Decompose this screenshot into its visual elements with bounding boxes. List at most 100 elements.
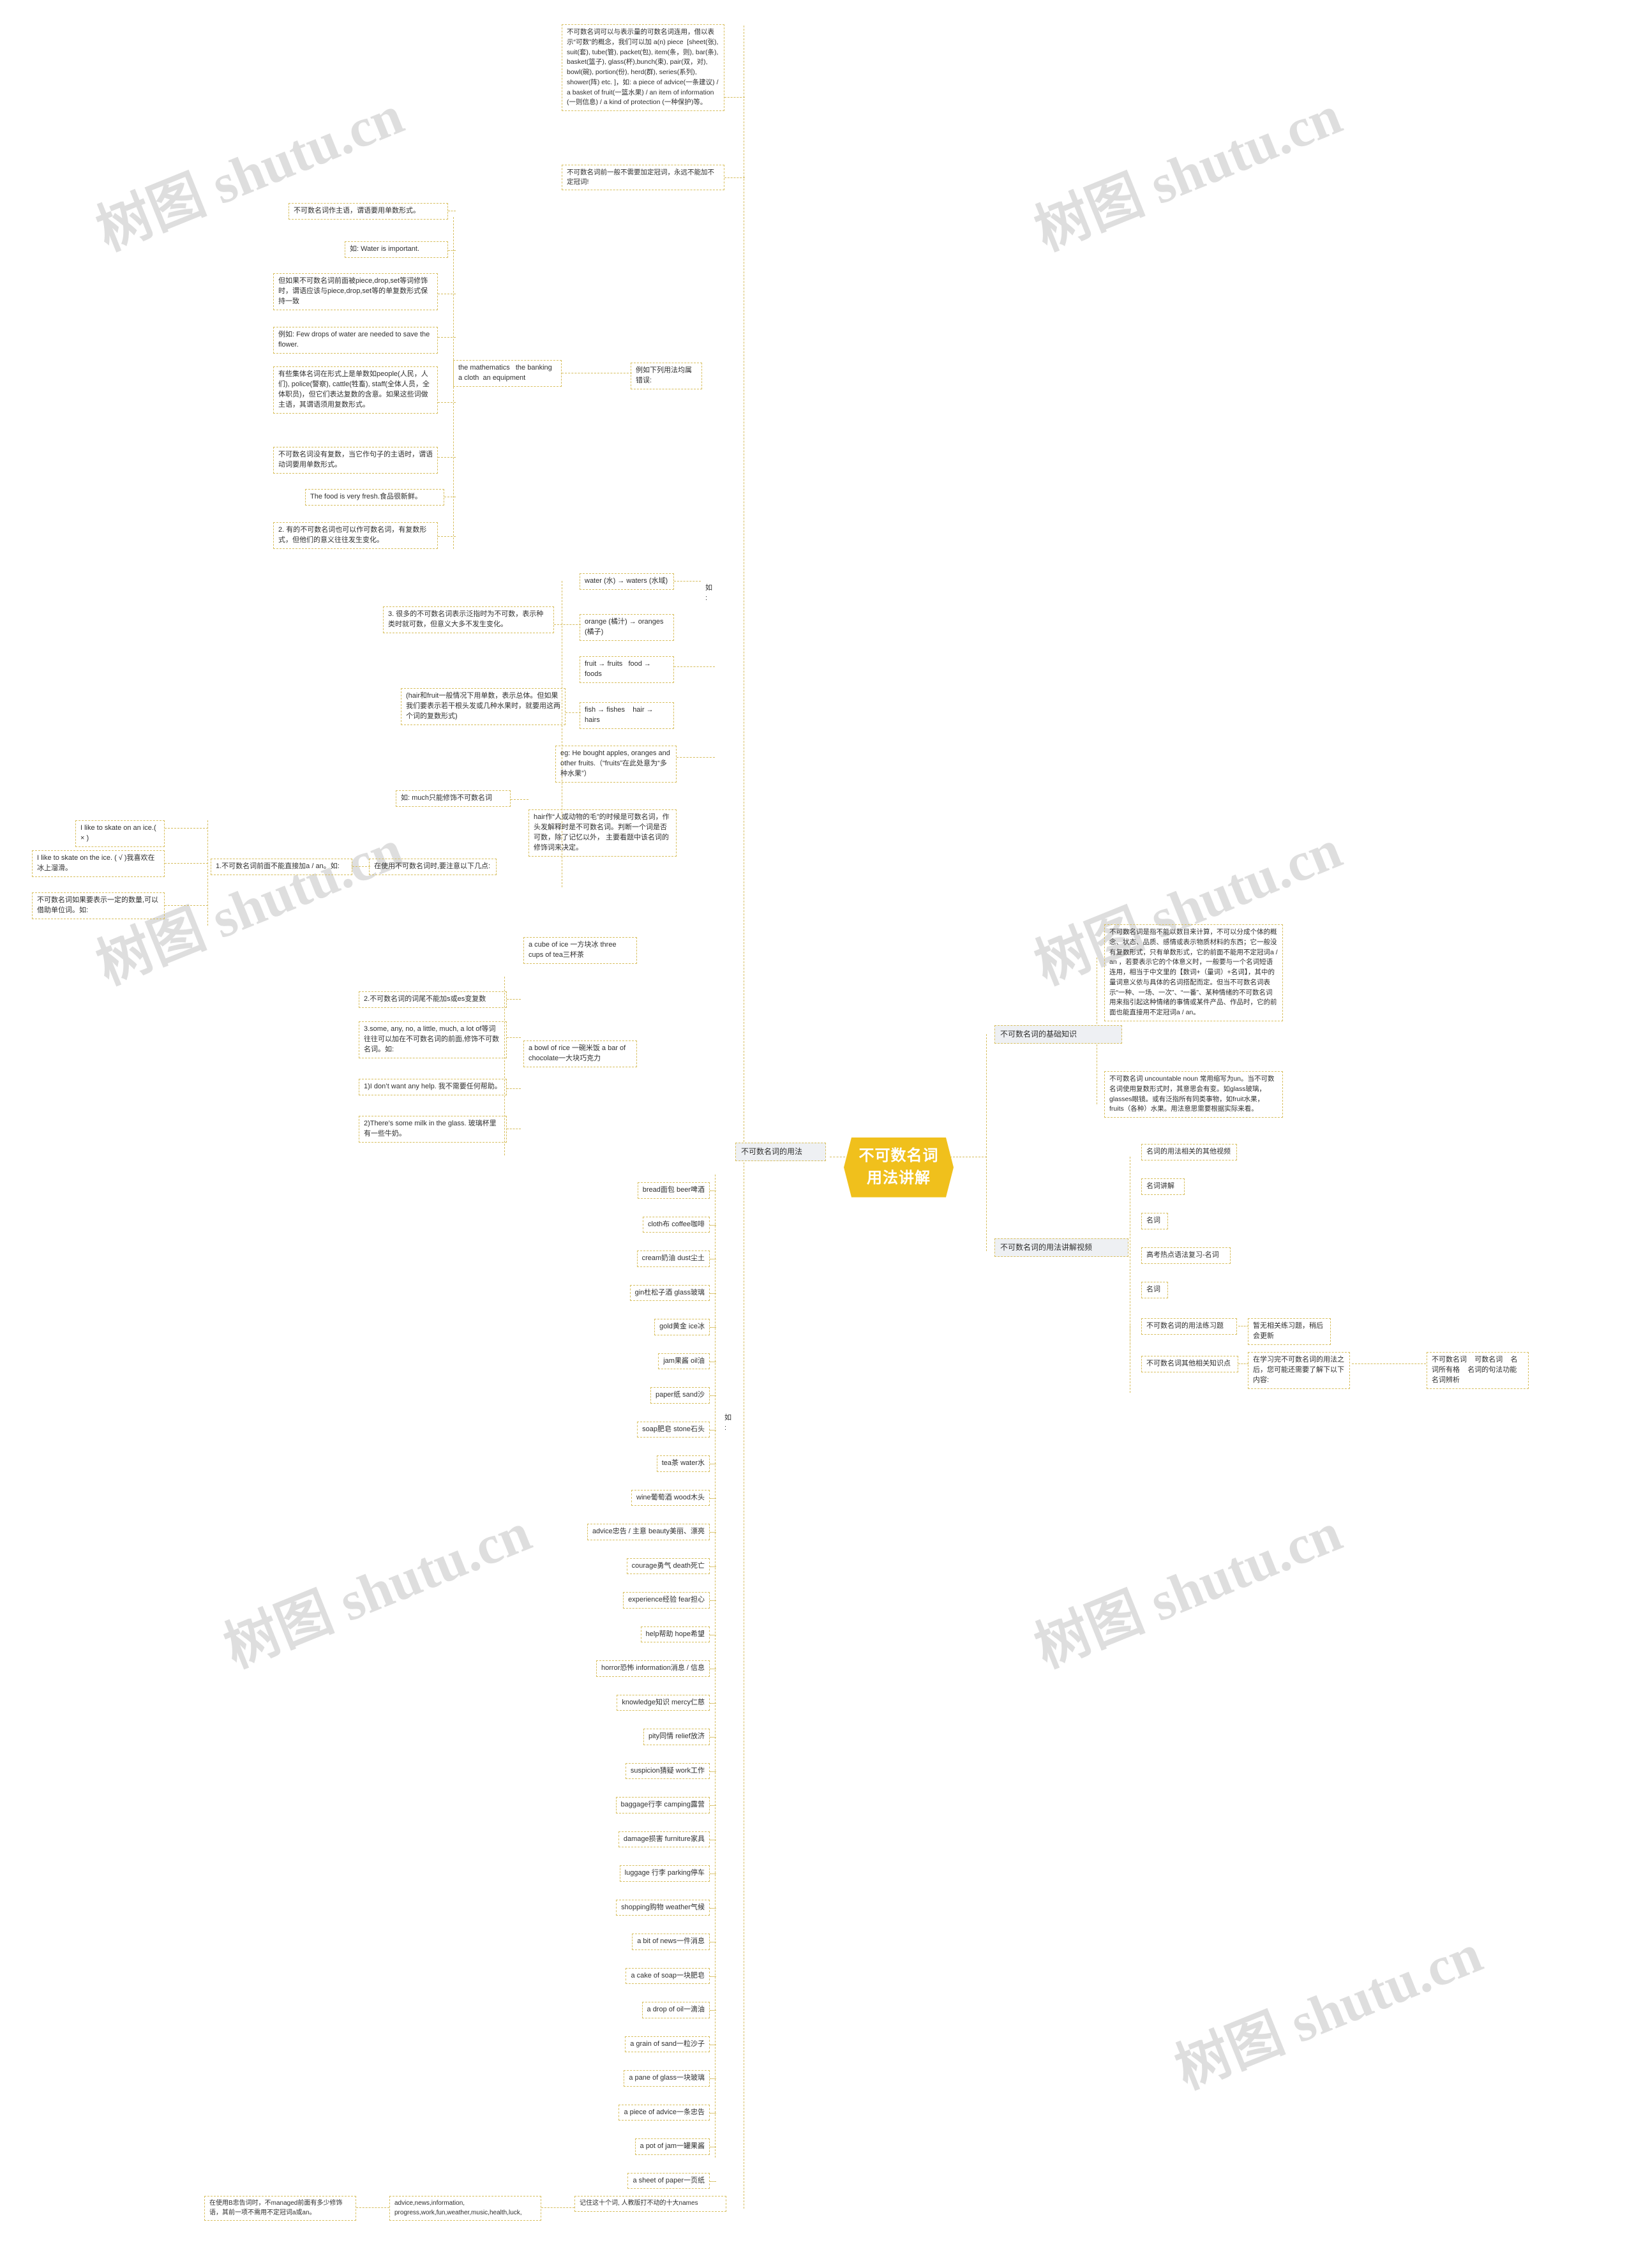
word-list-item[interactable]: damage损害 furniture家具 bbox=[618, 1831, 710, 1848]
exercises-note[interactable]: 暂无相关练习题，稍后会更新 bbox=[1248, 1318, 1331, 1345]
note-subject-singular[interactable]: 不可数名词作主语，谓语要用单数形式。 bbox=[289, 203, 448, 220]
note-attention[interactable]: 在使用不可数名词时,要注意以下几点: bbox=[369, 859, 497, 875]
related-intro[interactable]: 在学习完不可数名词的用法之后，您可能还需要了解下以下内容: bbox=[1248, 1352, 1350, 1389]
note-fruit-food[interactable]: fruit → fruits food → foods bbox=[580, 656, 674, 683]
video-item-other[interactable]: 名词的用法相关的其他视频 bbox=[1141, 1144, 1237, 1160]
connector-j bbox=[554, 624, 581, 625]
exercises-label[interactable]: 不可数名词的用法练习题 bbox=[1141, 1318, 1237, 1335]
video-item-noun-lecture[interactable]: 名词讲解 bbox=[1141, 1178, 1185, 1195]
connector-l bbox=[566, 712, 581, 713]
note-rule-a-an[interactable]: 1.不可数名词前面不能直接加a / an。如: bbox=[211, 859, 352, 875]
connector-much bbox=[511, 799, 528, 800]
connector-word-item bbox=[710, 1498, 716, 1499]
note-cube-ice[interactable]: a cube of ice 一方块冰 three cups of tea三杯茶 bbox=[523, 937, 637, 964]
note-wrong-usage[interactable]: 例如下列用法均属错误: bbox=[631, 363, 702, 389]
note-water-waters[interactable]: water (水) → waters (水域) bbox=[580, 573, 674, 590]
word-list-item[interactable]: wine葡萄酒 wood木头 bbox=[631, 1489, 710, 1506]
branch-left-usage[interactable]: 不可数名词的用法 bbox=[735, 1143, 826, 1162]
word-list-item[interactable]: courage勇气 death死亡 bbox=[626, 1558, 710, 1575]
word-list-item[interactable]: a bit of news一件消息 bbox=[632, 1934, 710, 1950]
note-rule-3[interactable]: 3. 很多的不可数名词表示泛指时为不可数，表示种类时就可数，但意义大多不发生变化… bbox=[383, 606, 554, 633]
word-list-item[interactable]: experience经验 fear担心 bbox=[623, 1592, 710, 1609]
word-list-item[interactable]: suspicion猜疑 work工作 bbox=[625, 1762, 710, 1780]
word-list-item[interactable]: horror恐怖 information消息 / 信息 bbox=[596, 1660, 710, 1677]
bottom-mid-note[interactable]: advice,news,information, progress,work,f… bbox=[389, 2196, 541, 2221]
word-list-item[interactable]: cream奶油 dust尘土 bbox=[636, 1250, 710, 1267]
word-list-item[interactable]: cloth布 coffee咖啡 bbox=[642, 1216, 710, 1233]
basics-definition[interactable]: 不可数名词是指不能以数目来计算，不可以分成个体的概念、状态、品质、感情或表示物质… bbox=[1104, 924, 1283, 1021]
note-eg-bought[interactable]: eg: He bought apples, oranges and other … bbox=[555, 746, 677, 783]
root-node[interactable]: 不可数名词用法讲解 bbox=[844, 1138, 954, 1198]
video-item-noun-2[interactable]: 名词 bbox=[1141, 1282, 1168, 1298]
word-list-item[interactable]: a grain of sand一粒沙子 bbox=[625, 2036, 710, 2053]
word-list-item[interactable]: soap肥皂 stone石头 bbox=[637, 1421, 710, 1438]
connector-related-2 bbox=[1352, 1363, 1426, 1364]
word-list-item[interactable]: shopping购物 weather气候 bbox=[616, 1899, 710, 1916]
note-eg-1[interactable]: 1)I don’t want any help. 我不需要任何帮助。 bbox=[359, 1079, 507, 1095]
connector-quant bbox=[724, 97, 745, 98]
word-list-item[interactable]: jam果酱 oil油 bbox=[658, 1353, 710, 1370]
bottom-left-note[interactable]: 在使用B忠告词时，不managed前面有多少修饰语，其前一项不需用不定冠词a或a… bbox=[204, 2196, 356, 2221]
note-piece-drop-set[interactable]: 但如果不可数名词前面被piece,drop,set等词修饰时，谓语应该与piec… bbox=[273, 273, 438, 310]
note-math-wrong[interactable]: the mathematics the banking a cloth an e… bbox=[453, 360, 562, 387]
word-list-item[interactable]: a pot of jam一罐果酱 bbox=[634, 2138, 710, 2155]
word-list-item[interactable]: bread面包 beer啤酒 bbox=[637, 1182, 710, 1199]
note-skate-wrong[interactable]: I like to skate on an ice.( × ) bbox=[75, 820, 165, 847]
connector-word-item bbox=[710, 1805, 716, 1806]
basics-abbreviation[interactable]: 不可数名词 uncountable noun 常用缩写为un。当不可数名词使用复… bbox=[1104, 1071, 1283, 1118]
note-skate-right[interactable]: I like to skate on the ice. ( √ )我喜欢在冰上溜… bbox=[32, 850, 165, 877]
watermark: 树图 shutu.cn bbox=[88, 84, 412, 262]
connector-b bbox=[448, 250, 456, 251]
note-few-drops[interactable]: 例如: Few drops of water are needed to sav… bbox=[273, 327, 438, 354]
word-list-item[interactable]: tea茶 water水 bbox=[656, 1455, 710, 1472]
note-rule-no-s[interactable]: 2.不可数名词的词尾不能加s或es变复数 bbox=[359, 991, 507, 1008]
note-rule-some-any[interactable]: 3.some, any, no, a little, much, a lot o… bbox=[359, 1021, 507, 1058]
mindmap-canvas: 树图 shutu.cn 树图 shutu.cn 树图 shutu.cn 树图 s… bbox=[0, 0, 1634, 2268]
note-article[interactable]: 不可数名词前一般不需要加定冠词，永远不能加不定冠词! bbox=[562, 165, 724, 191]
word-list-item[interactable]: a drop of oil一滴油 bbox=[641, 2002, 710, 2018]
word-list-item[interactable]: luggage 行李 parking停车 bbox=[619, 1865, 710, 1882]
note-hair-countable[interactable]: hair作“人或动物的毛”的时候是可数名词，作头发解释时是不可数名词。判断一个词… bbox=[528, 809, 677, 857]
word-list-item[interactable]: a cake of soap一块肥皂 bbox=[626, 1967, 710, 1985]
word-list-item[interactable]: paper纸 sand沙 bbox=[650, 1387, 710, 1404]
word-list-item[interactable]: gin杜松子酒 glass玻璃 bbox=[629, 1284, 710, 1302]
word-list-item[interactable]: advice忠告 / 主意 beauty美丽、漂亮 bbox=[587, 1524, 710, 1540]
note-example-water[interactable]: 如: Water is important. bbox=[345, 241, 448, 258]
related-label[interactable]: 不可数名词其他相关知识点 bbox=[1141, 1356, 1238, 1372]
note-eg-2[interactable]: 2)There’s some milk in the glass. 玻璃杯里有一… bbox=[359, 1116, 507, 1143]
note-bowl-rice[interactable]: a bowl of rice 一碗米饭 a bar of chocolate一大… bbox=[523, 1040, 637, 1067]
branch-videos[interactable]: 不可数名词的用法讲解视频 bbox=[994, 1238, 1128, 1258]
word-list-item[interactable]: help帮助 hope希望 bbox=[640, 1626, 710, 1643]
connector-e bbox=[438, 402, 456, 403]
word-list-item[interactable]: a sheet of paper一页纸 bbox=[627, 2172, 710, 2189]
video-item-gaokao[interactable]: 高考热点语法复习-名词 bbox=[1141, 1247, 1231, 1264]
note-orange-oranges[interactable]: orange (橘汁) → oranges (橘子) bbox=[580, 614, 674, 641]
word-list-item[interactable]: a pane of glass一块玻璃 bbox=[624, 2070, 710, 2087]
word-list-item[interactable]: a piece of advice一条忠告 bbox=[618, 2104, 710, 2121]
note-no-plural[interactable]: 不可数名词没有复数，当它作句子的主语时，谓语动词要用单数形式。 bbox=[273, 447, 438, 474]
note-quantifier[interactable]: 不可数名词可以与表示量的可数名词连用，借以表示“可数”的概念，我们可以加 a(n… bbox=[562, 24, 724, 111]
note-collective[interactable]: 有些集体名词在形式上是单数如people(人民，人们), police(警察),… bbox=[273, 366, 438, 414]
video-item-noun-1[interactable]: 名词 bbox=[1141, 1213, 1168, 1229]
connector-eg1 bbox=[507, 1088, 521, 1089]
connector-word-item bbox=[710, 1771, 716, 1772]
note-rule-2[interactable]: 2. 有的不可数名词也可以作可数名词，有复数形式，但他们的意义往往发生变化。 bbox=[273, 522, 438, 549]
branch-basics[interactable]: 不可数名词的基础知识 bbox=[994, 1025, 1122, 1044]
note-much[interactable]: 如: much只能修饰不可数名词 bbox=[396, 790, 511, 807]
note-unit-words[interactable]: 不可数名词如果要表示一定的数量,可以借助单位词。如: bbox=[32, 892, 165, 919]
word-list-item[interactable]: knowledge知识 mercy仁慈 bbox=[617, 1694, 710, 1711]
connector-related-1 bbox=[1238, 1363, 1248, 1364]
connector-f bbox=[438, 457, 456, 458]
word-list-item[interactable]: baggage行李 camping露营 bbox=[615, 1797, 710, 1814]
word-list-item[interactable]: pity同情 relief放济 bbox=[643, 1729, 710, 1745]
connector-word-item bbox=[710, 2112, 716, 2114]
connector-word-item bbox=[710, 1566, 716, 1567]
bottom-right-note[interactable]: 记住这十个词, 人教版打不动的十大names bbox=[574, 2196, 726, 2212]
word-list-item[interactable]: gold黄金 ice冰 bbox=[654, 1319, 710, 1335]
related-items[interactable]: 不可数名词 可数名词 名词所有格 名词的句法功能 名词辨析 bbox=[1427, 1352, 1529, 1389]
note-food-fresh[interactable]: The food is very fresh.食品很新鲜。 bbox=[305, 489, 444, 506]
note-fish-hair[interactable]: fish → fishes hair → hairs bbox=[580, 702, 674, 729]
connector-rule2 bbox=[507, 999, 521, 1000]
note-hair-fruit[interactable]: (hair和fruit一般情况下用单数，表示总体。但如果我们要表示若干根头发或几… bbox=[401, 688, 566, 725]
label-ru[interactable]: 如: bbox=[701, 581, 717, 606]
